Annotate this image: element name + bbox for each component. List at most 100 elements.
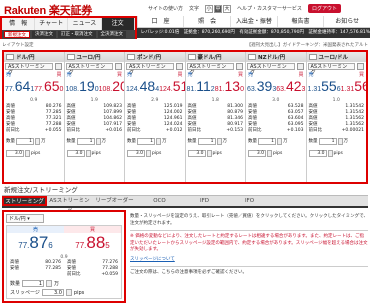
subnav-modify-order[interactable]: 訂正・取消注文 — [58, 31, 96, 38]
nav-report[interactable]: 報告書 — [276, 16, 324, 27]
qty-stepper[interactable] — [46, 280, 53, 287]
qty-input[interactable]: 1 — [16, 137, 34, 145]
buy-price-button[interactable]: 1.31566 — [341, 78, 366, 98]
nav-deposit[interactable]: 入出金・振替 — [230, 16, 277, 27]
site-map-link[interactable]: サイトの使い方 — [148, 5, 183, 12]
top-links: サイトの使い方 文字 小 中 大 ヘルプ・カスタマーサービス ログアウト — [148, 4, 341, 13]
logout-button[interactable]: ログアウト — [307, 4, 341, 13]
buy-price-button[interactable]: 77.885 — [75, 233, 110, 255]
mode-select[interactable]: ASストリーミング — [5, 63, 53, 76]
slippage-link[interactable]: スリッページについて — [130, 257, 175, 262]
qty-stepper[interactable] — [35, 137, 40, 145]
account-status: レバレッジ:0.01倍 証拠金：870,260,690円 有効証拠金額：870,… — [136, 28, 370, 38]
nav-inquiry[interactable]: 照 会 — [183, 16, 230, 27]
slippage-stepper[interactable] — [267, 149, 272, 157]
slippage-input[interactable]: 3.0 — [187, 149, 206, 157]
rate-panel: ユーロ/ドル ASストリーミング 売買 1.31556 1.31566 1.0 … — [306, 52, 366, 182]
note-warning: ※ 価格の変動などにより、注文したレートと約定するレートは相違する場合があります… — [130, 234, 368, 252]
currency-flag-icon — [248, 54, 256, 60]
sell-price-button[interactable]: 1.31556 — [308, 78, 341, 98]
subnav-settle-all[interactable]: 全決済注文 — [97, 31, 126, 38]
buy-price-button[interactable]: 63.423 — [276, 78, 305, 98]
slippage-input[interactable]: 3.0 — [308, 149, 327, 157]
sell-price-button[interactable]: 124.484 — [126, 78, 159, 98]
nav-order[interactable]: 注文 — [101, 18, 135, 30]
font-size-small[interactable]: 小 — [205, 4, 214, 13]
panel-menu-button[interactable] — [296, 63, 304, 70]
tab-ifo[interactable]: IFO — [227, 196, 272, 206]
subnav-settle-order[interactable]: 決済注文 — [32, 31, 56, 38]
qty-stepper[interactable] — [277, 137, 282, 145]
nav-news[interactable]: ニュース — [68, 18, 102, 30]
subnav-new-order[interactable]: 新規注文 — [4, 31, 30, 38]
rate-panels: ドル/円 ASストリーミング 売買 77.641 77.650 0.9 高値 80… — [2, 50, 368, 184]
slippage-input[interactable]: 3.0 — [66, 149, 85, 157]
nav-chart[interactable]: チャート — [35, 18, 69, 30]
mode-select[interactable]: ASストリーミング — [65, 63, 114, 76]
qty-stepper[interactable] — [337, 137, 343, 145]
currency-flag-icon — [308, 54, 317, 60]
qty-input[interactable]: 1 — [258, 137, 276, 145]
slippage-stepper[interactable] — [25, 149, 30, 157]
slippage-stepper[interactable] — [206, 149, 212, 157]
panel-menu-button[interactable] — [175, 63, 183, 70]
buy-price-button[interactable]: 108.209 — [99, 78, 124, 98]
tab-as-streaming[interactable]: ASストリーミング — [47, 196, 92, 215]
buy-price-button[interactable]: 77.650 — [34, 78, 63, 98]
sell-price-button[interactable]: 63.393 — [247, 78, 276, 98]
slippage-stepper[interactable] — [65, 289, 72, 296]
slippage-stepper[interactable] — [85, 149, 91, 157]
tab-oco[interactable]: OCO — [137, 196, 182, 206]
nav-notice[interactable]: お知らせ — [323, 16, 370, 27]
buy-price-button[interactable]: 124.513 — [159, 78, 184, 98]
sell-price-button[interactable]: 81.112 — [187, 78, 215, 98]
pair-select[interactable]: ドル/円 ▾ — [6, 214, 44, 223]
slippage-stepper[interactable] — [146, 149, 151, 157]
qty-input[interactable]: 1 — [318, 137, 337, 145]
slippage-input[interactable]: 3.0 — [127, 149, 145, 157]
mode-select[interactable]: ASストリーミング — [186, 63, 235, 76]
tab-ifd[interactable]: IFD — [182, 196, 227, 206]
trade-nav-group: 情 報 チャート ニュース 注文 新規注文 決済注文 訂正・取消注文 全決済注文 — [0, 16, 137, 39]
news-ticker[interactable]: 【週刊大見出し】ガイドテーキング：米国発表されたアルト — [247, 42, 368, 50]
sell-price-button[interactable]: 77.876 — [18, 233, 53, 255]
pair-name: ドル/円 — [16, 55, 35, 61]
slippage-input[interactable]: 3.0 — [41, 289, 64, 296]
layout-settings-link[interactable]: レイアウト設定 — [2, 42, 34, 50]
qty-stepper[interactable] — [156, 137, 161, 145]
font-size-medium[interactable]: 中 — [214, 4, 223, 13]
mode-select[interactable]: ASストリーミング — [307, 63, 356, 76]
help-link[interactable]: ヘルプ・カスタマーサービス — [237, 5, 302, 12]
pair-name: ユーロ/ドル — [318, 55, 349, 61]
tab-leave-order[interactable]: リーブオーダー — [92, 196, 137, 206]
streaming-order-box: ドル/円 ▾ 売 買 77.876 77.885 0.9 高値 80.276 安値… — [2, 210, 126, 303]
pair-name: NZドル/円 — [258, 55, 286, 61]
panel-menu-button[interactable] — [115, 63, 122, 70]
sell-price-button[interactable]: 108.190 — [66, 78, 99, 98]
qty-stepper[interactable] — [216, 137, 222, 145]
mode-select[interactable]: ASストリーミング — [126, 63, 174, 76]
mode-select[interactable]: ASストリーミング — [247, 63, 295, 76]
slippage-stepper[interactable] — [327, 149, 333, 157]
qty-stepper[interactable] — [95, 137, 101, 145]
qty-input[interactable]: 1 — [197, 137, 216, 145]
nav-account[interactable]: 口 座 — [136, 16, 184, 27]
sell-price-button[interactable]: 77.641 — [5, 78, 34, 98]
qty-input[interactable]: 1 — [137, 137, 155, 145]
buy-price-button[interactable]: 81.130 — [215, 78, 244, 98]
panel-menu-button[interactable] — [357, 63, 364, 70]
rate-panel: ユーロ/円 ASストリーミング 売買 108.190 108.209 1.9 高… — [64, 52, 125, 182]
qty-input[interactable]: 1 — [76, 137, 95, 145]
slippage-input[interactable]: 3.0 — [6, 149, 24, 157]
panel-menu-button[interactable] — [236, 63, 243, 70]
low-sell: 77.285 — [45, 266, 61, 271]
panel-menu-button[interactable] — [54, 63, 62, 70]
font-size-large[interactable]: 大 — [223, 4, 232, 13]
currency-flag-icon — [187, 54, 196, 60]
buy-header: 買 — [64, 226, 121, 233]
tab-streaming[interactable]: ストリーミング — [2, 196, 47, 206]
price-stats: 高値 109.823 安値 107.899 高値 104.862 安値 107.917 … — [66, 104, 123, 133]
slippage-input[interactable]: 3.0 — [248, 149, 266, 157]
nav-info[interactable]: 情 報 — [2, 18, 36, 30]
qty-input[interactable]: 1 — [22, 280, 45, 287]
